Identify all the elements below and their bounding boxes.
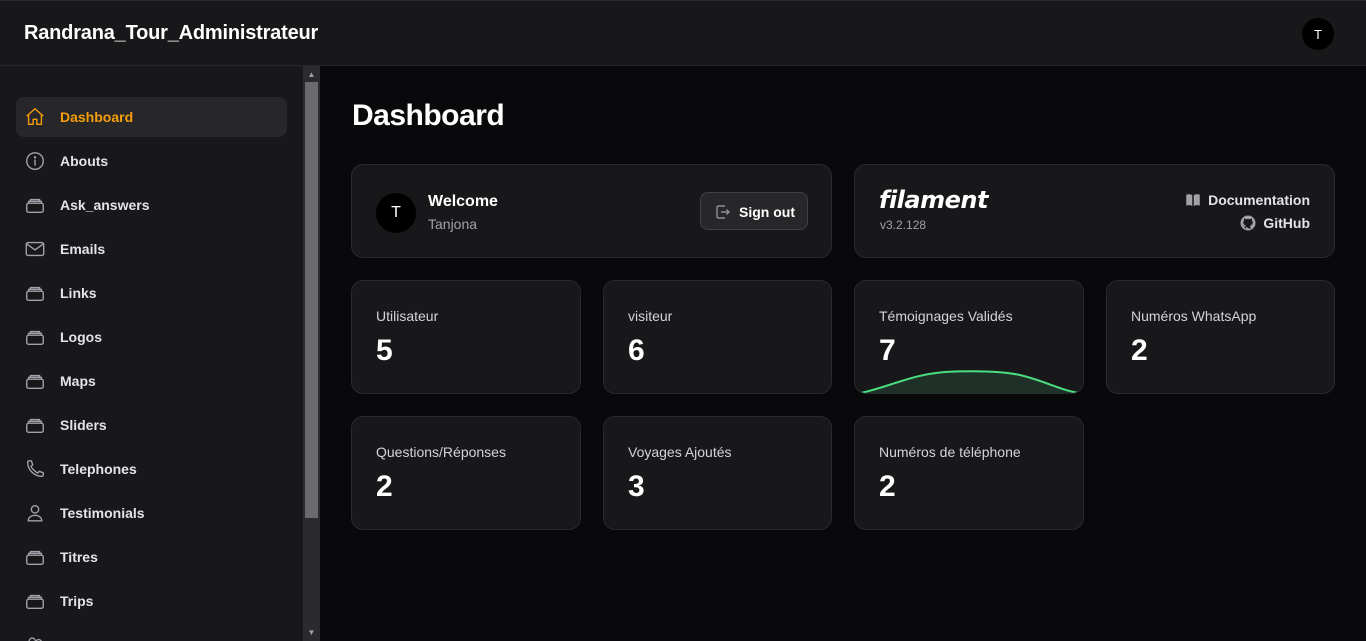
sidebar-item-label: Maps xyxy=(60,373,96,389)
sidebar-item-label: Links xyxy=(60,285,97,301)
top-bar: Randrana_Tour_Administrateur T xyxy=(0,0,1366,66)
sign-out-button[interactable]: Sign out xyxy=(700,192,808,230)
info-circle-icon xyxy=(24,150,46,172)
stat-card-questions: Questions/Réponses 2 xyxy=(351,416,581,530)
sidebar-item-label: Trips xyxy=(60,593,94,609)
stack-icon xyxy=(24,326,46,348)
welcome-title: Welcome xyxy=(428,193,498,210)
sidebar-item-links[interactable]: Links xyxy=(16,273,287,313)
sidebar-item-logos[interactable]: Logos xyxy=(16,317,287,357)
sign-out-icon xyxy=(716,205,730,219)
sidebar-item-label: Abouts xyxy=(60,153,109,169)
sidebar-item-titres[interactable]: Titres xyxy=(16,537,287,577)
sidebar-item-label: Telephones xyxy=(60,461,137,477)
users-icon xyxy=(24,634,46,641)
stat-card-voyages: Voyages Ajoutés 3 xyxy=(603,416,832,530)
stat-label: visiteur xyxy=(628,308,673,324)
github-label: GitHub xyxy=(1263,215,1310,231)
stack-icon xyxy=(24,194,46,216)
stat-value: 5 xyxy=(376,334,393,367)
sidebar-item-trips[interactable]: Trips xyxy=(16,581,287,621)
sidebar-item-label: Sliders xyxy=(60,417,107,433)
github-link[interactable]: GitHub xyxy=(1239,214,1310,232)
github-icon xyxy=(1240,215,1256,231)
sidebar-item-testimonials[interactable]: Testimonials xyxy=(16,493,287,533)
stat-card-temoignages: Témoignages Validés 7 xyxy=(854,280,1084,394)
scroll-thumb[interactable] xyxy=(305,82,318,518)
stat-label: Voyages Ajoutés xyxy=(628,444,732,460)
stack-icon xyxy=(24,370,46,392)
stat-card-whatsapp: Numéros WhatsApp 2 xyxy=(1106,280,1335,394)
sidebar-item-dashboard[interactable]: Dashboard xyxy=(16,97,287,137)
user-avatar[interactable]: T xyxy=(1302,18,1334,50)
stat-label: Utilisateur xyxy=(376,308,439,324)
welcome-user-name: Tanjona xyxy=(428,216,478,232)
stat-label: Témoignages Validés xyxy=(879,308,1013,324)
avatar: T xyxy=(376,193,416,233)
filament-info-card: filament v3.2.128 Documentation GitHub xyxy=(854,164,1335,258)
scroll-down-arrow-icon[interactable]: ▼ xyxy=(303,625,320,639)
page-title: Dashboard xyxy=(352,99,505,132)
stat-value: 6 xyxy=(628,334,645,367)
sidebar-item-label: Dashboard xyxy=(60,109,134,125)
sidebar-item-abouts[interactable]: Abouts xyxy=(16,141,287,181)
sidebar-item-sliders[interactable]: Sliders xyxy=(16,405,287,445)
stat-value: 2 xyxy=(376,470,393,503)
documentation-link[interactable]: Documentation xyxy=(1184,191,1310,209)
stat-value: 3 xyxy=(628,470,645,503)
stat-value: 2 xyxy=(1131,334,1148,367)
sidebar-item-emails[interactable]: Emails xyxy=(16,229,287,269)
sidebar: Dashboard Abouts Ask_answers Emails Link… xyxy=(0,66,303,641)
stat-card-utilisateur: Utilisateur 5 xyxy=(351,280,581,394)
sidebar-item-partial[interactable] xyxy=(16,625,287,641)
sidebar-item-label: Titres xyxy=(60,549,98,565)
envelope-icon xyxy=(24,238,46,260)
sidebar-scrollbar[interactable]: ▲ ▼ xyxy=(303,66,320,641)
stack-icon xyxy=(24,546,46,568)
sparkline-chart xyxy=(860,370,1080,393)
documentation-label: Documentation xyxy=(1208,192,1310,208)
stat-label: Numéros WhatsApp xyxy=(1131,308,1257,324)
sidebar-item-label: Ask_answers xyxy=(60,197,150,213)
stat-label: Numéros de téléphone xyxy=(879,444,1021,460)
stat-value: 2 xyxy=(879,470,896,503)
sidebar-item-label: Testimonials xyxy=(60,505,145,521)
stat-card-visiteur: visiteur 6 xyxy=(603,280,832,394)
sidebar-item-label: Emails xyxy=(60,241,106,257)
user-icon xyxy=(24,502,46,524)
home-icon xyxy=(24,106,46,128)
scroll-up-arrow-icon[interactable]: ▲ xyxy=(303,67,320,81)
stat-card-telephone: Numéros de téléphone 2 xyxy=(854,416,1084,530)
welcome-card: T Welcome Tanjona Sign out xyxy=(351,164,832,258)
sidebar-item-ask-answers[interactable]: Ask_answers xyxy=(16,185,287,225)
brand-title[interactable]: Randrana_Tour_Administrateur xyxy=(24,22,318,45)
book-icon xyxy=(1186,194,1200,206)
stack-icon xyxy=(24,414,46,436)
sign-out-label: Sign out xyxy=(739,204,795,220)
stack-icon xyxy=(24,282,46,304)
stat-label: Questions/Réponses xyxy=(376,444,506,460)
sidebar-item-label: Logos xyxy=(60,329,102,345)
sidebar-item-telephones[interactable]: Telephones xyxy=(16,449,287,489)
stack-icon xyxy=(24,590,46,612)
phone-icon xyxy=(24,458,46,480)
filament-logo: filament xyxy=(879,186,988,214)
filament-version: v3.2.128 xyxy=(880,218,927,232)
sidebar-item-maps[interactable]: Maps xyxy=(16,361,287,401)
